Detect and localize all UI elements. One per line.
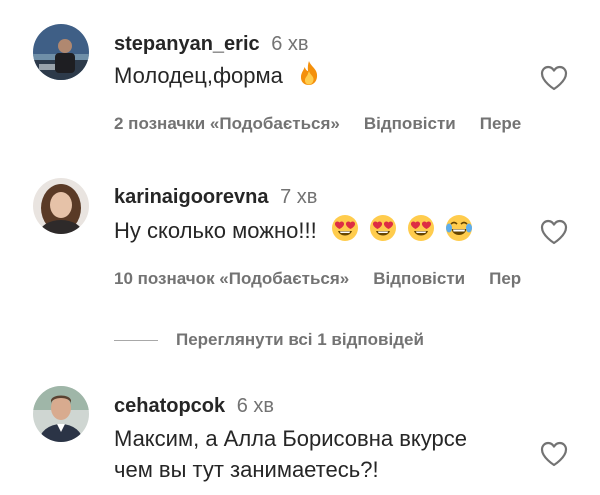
reply-button[interactable]: Відповісти [373, 269, 465, 288]
view-replies-label: Переглянути всі 1 відповідей [176, 330, 424, 349]
comment-text-line: Максим, а Алла Борисовна вкурсе [114, 426, 468, 451]
comment-time: 6 хв [236, 395, 275, 417]
username[interactable]: cehatopcok [114, 395, 225, 417]
comment-text: Молодец,форма [114, 63, 283, 88]
avatar[interactable] [33, 178, 89, 234]
comment-text: Ну сколько можно!!! [114, 217, 317, 243]
likes-count[interactable]: 10 позначок «Подобається» [114, 269, 349, 288]
view-replies-button[interactable]: Переглянути всі 1 відповідей [114, 328, 424, 352]
comment-time: 6 хв [271, 33, 309, 55]
comment-item: cehatopcok 6 хв Максим, а Алла Борисовна… [0, 370, 600, 495]
fire-emoji-icon [297, 60, 321, 94]
heart-outline-icon [540, 441, 568, 467]
heart-eyes-emoji-icon [331, 214, 359, 250]
comment-text-line: чем вы тут занимаетесь?! [114, 457, 379, 482]
reply-button[interactable]: Відповісти [364, 114, 456, 133]
replies-divider [114, 340, 158, 342]
heart-eyes-emoji-icon [369, 214, 397, 250]
heart-outline-icon [540, 65, 568, 91]
comment-time: 7 хв [280, 186, 318, 208]
avatar[interactable] [33, 24, 89, 80]
like-button[interactable] [538, 62, 570, 94]
avatar[interactable] [33, 386, 89, 442]
comment-item: karinaigoorevna 7 хв Ну сколько можно!!! [0, 150, 600, 310]
translate-button[interactable]: Пере [480, 114, 522, 133]
heart-eyes-emoji-icon [407, 214, 435, 250]
likes-count[interactable]: 2 позначки «Подобається» [114, 114, 340, 133]
tears-of-joy-emoji-icon [445, 214, 473, 250]
translate-button[interactable]: Пер [489, 269, 521, 288]
like-button[interactable] [538, 438, 570, 470]
username[interactable]: karinaigoorevna [114, 186, 269, 208]
like-button[interactable] [538, 216, 570, 248]
comment-item: stepanyan_eric 6 хв Молодец,форма 2 позн… [0, 0, 600, 150]
username[interactable]: stepanyan_eric [114, 33, 260, 55]
heart-outline-icon [540, 219, 568, 245]
